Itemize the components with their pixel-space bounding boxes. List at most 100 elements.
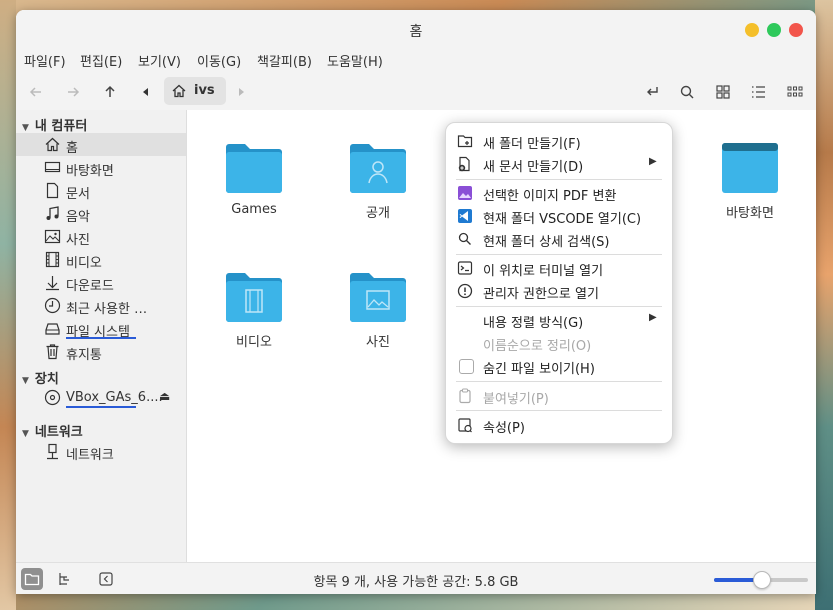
- title-bar[interactable]: 홈: [16, 10, 816, 48]
- file-item-public[interactable]: 공개: [328, 143, 428, 253]
- terminal-icon: [457, 261, 473, 275]
- network-icon: [47, 443, 58, 460]
- maximize-button[interactable]: [767, 23, 781, 37]
- sidebar-item-home[interactable]: 홈: [16, 133, 186, 156]
- sidebar-item-vbox-disc[interactable]: VBox_GAs_6.... ⏏: [16, 386, 186, 409]
- menu-item-sort-by[interactable]: 내용 정렬 방식(G) ▶: [446, 308, 672, 331]
- path-right-arrow-icon[interactable]: [231, 82, 251, 102]
- context-menu: 새 폴더 만들기(F) 새 문서 만들기(D) ▶ 선택한 이미지 PDF 변환…: [445, 122, 673, 444]
- submenu-arrow-icon: ▶: [649, 156, 657, 167]
- home-icon: [45, 137, 60, 152]
- sidebar-item-pictures[interactable]: 사진: [16, 225, 186, 248]
- download-icon: [46, 276, 59, 291]
- sidebar-section-my-computer[interactable]: ▼ 내 컴퓨터: [22, 115, 87, 135]
- menu-item-show-hidden[interactable]: 숨긴 파일 보이기(H): [446, 354, 672, 377]
- chevron-down-icon: ▼: [22, 123, 29, 133]
- file-manager-window: 홈 파일(F) 편집(E) 보기(V) 이동(G) 책갈피(B) 도움말(H) …: [16, 10, 816, 594]
- zoom-slider-handle[interactable]: [753, 571, 771, 589]
- folder-icon: [226, 144, 282, 193]
- submenu-arrow-icon: ▶: [649, 312, 657, 323]
- sidebar-item-desktop[interactable]: 바탕화면: [16, 156, 186, 179]
- sidebar-item-documents[interactable]: 문서: [16, 179, 186, 202]
- menu-view[interactable]: 보기(V): [138, 51, 181, 70]
- folder-public-icon: [350, 144, 406, 193]
- home-icon: [172, 84, 186, 98]
- trash-icon: [46, 344, 59, 360]
- desktop-background-left: [0, 0, 16, 610]
- location-toggle-icon[interactable]: [642, 82, 662, 102]
- menu-separator: [456, 306, 662, 307]
- chevron-down-icon: ▼: [22, 376, 29, 386]
- menu-item-arrange-by-name[interactable]: 이름순으로 정리(O): [446, 331, 672, 354]
- menu-item-open-as-admin[interactable]: 관리자 권한으로 열기: [446, 279, 672, 302]
- close-button[interactable]: [789, 23, 803, 37]
- picture-icon: [44, 229, 61, 244]
- menu-bookmarks[interactable]: 책갈피(B): [257, 51, 312, 70]
- chevron-down-icon: ▼: [22, 429, 29, 439]
- forward-arrow-icon[interactable]: [63, 82, 83, 102]
- sidebar: ▼ 내 컴퓨터 홈 바탕화면 문서 음악 사진 비디오 다운로드 최근 사용한 …: [16, 110, 187, 562]
- menu-go[interactable]: 이동(G): [197, 51, 241, 70]
- zoom-slider[interactable]: [714, 571, 808, 589]
- search-icon: [458, 232, 471, 245]
- vscode-icon: [458, 209, 472, 223]
- properties-icon: [458, 418, 472, 433]
- music-icon: [46, 206, 59, 220]
- menu-separator: [456, 254, 662, 255]
- checkbox-unchecked[interactable]: [459, 359, 474, 374]
- menu-edit[interactable]: 편집(E): [80, 51, 122, 70]
- menu-file[interactable]: 파일(F): [24, 51, 66, 70]
- sidebar-item-recent[interactable]: 최근 사용한 …: [16, 294, 186, 317]
- search-icon[interactable]: [677, 82, 697, 102]
- menu-separator: [456, 410, 662, 411]
- new-folder-icon: [457, 135, 473, 148]
- sidebar-item-downloads[interactable]: 다운로드: [16, 271, 186, 294]
- minimize-button[interactable]: [745, 23, 759, 37]
- disc-icon: [44, 389, 61, 406]
- folder-pictures-icon: [350, 273, 406, 322]
- menu-item-new-document[interactable]: 새 문서 만들기(D) ▶: [446, 152, 672, 175]
- menu-separator: [456, 179, 662, 180]
- sidebar-section-network[interactable]: ▼ 네트워크: [22, 421, 83, 441]
- sidebar-section-devices[interactable]: ▼ 장치: [22, 368, 59, 388]
- menu-item-image-to-pdf[interactable]: 선택한 이미지 PDF 변환: [446, 181, 672, 204]
- status-bar: 항목 9 개, 사용 가능한 공간: 5.8 GB: [16, 562, 816, 594]
- menu-item-new-folder[interactable]: 새 폴더 만들기(F): [446, 129, 672, 152]
- menu-separator: [456, 381, 662, 382]
- sidebar-item-network[interactable]: 네트워크: [16, 440, 186, 463]
- desktop-icon: [44, 161, 61, 173]
- menu-bar: 파일(F) 편집(E) 보기(V) 이동(G) 책갈피(B) 도움말(H): [16, 48, 816, 72]
- sidebar-item-music[interactable]: 음악: [16, 202, 186, 225]
- sidebar-item-trash[interactable]: 휴지통: [16, 340, 186, 363]
- capacity-bar: [66, 337, 136, 339]
- menu-item-detail-search[interactable]: 현재 폴더 상세 검색(S): [446, 227, 672, 250]
- status-text: 항목 9 개, 사용 가능한 공간: 5.8 GB: [313, 575, 519, 590]
- clock-icon: [44, 297, 61, 314]
- image-pdf-icon: [458, 186, 472, 200]
- path-button-home[interactable]: ivs: [164, 77, 226, 105]
- file-item-videos[interactable]: 비디오: [204, 272, 304, 382]
- sidebar-item-videos[interactable]: 비디오: [16, 248, 186, 271]
- menu-item-properties[interactable]: 속성(P): [446, 413, 672, 436]
- icon-view-icon[interactable]: [713, 82, 733, 102]
- warning-icon: [457, 283, 473, 299]
- compact-view-icon[interactable]: [785, 82, 805, 102]
- desktop-background-right: [815, 0, 833, 610]
- list-view-icon[interactable]: [748, 82, 768, 102]
- menu-item-open-terminal[interactable]: 이 위치로 터미널 열기: [446, 256, 672, 279]
- menu-item-paste[interactable]: 붙여넣기(P): [446, 384, 672, 407]
- drive-icon: [45, 323, 60, 335]
- file-item-pictures[interactable]: 사진: [328, 272, 428, 382]
- menu-item-open-vscode[interactable]: 현재 폴더 VSCODE 열기(C): [446, 204, 672, 227]
- back-arrow-icon[interactable]: [26, 82, 46, 102]
- up-arrow-icon[interactable]: [100, 82, 120, 102]
- menu-help[interactable]: 도움말(H): [327, 51, 383, 70]
- folder-videos-icon: [226, 273, 282, 322]
- document-icon: [46, 182, 59, 199]
- eject-icon[interactable]: ⏏: [159, 389, 170, 403]
- file-item-desktop[interactable]: 바탕화면: [700, 143, 800, 253]
- file-item-games[interactable]: Games: [204, 143, 304, 253]
- path-left-arrow-icon[interactable]: [136, 82, 156, 102]
- paste-icon: [459, 388, 471, 404]
- sidebar-item-filesystem[interactable]: 파일 시스템: [16, 317, 186, 340]
